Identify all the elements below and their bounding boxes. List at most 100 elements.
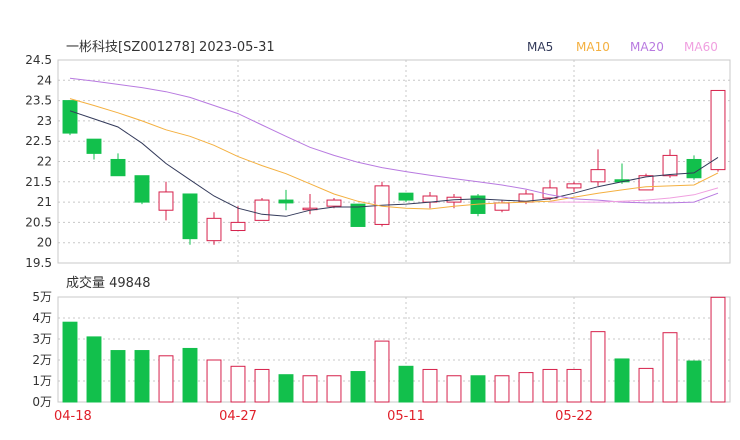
- volume-bar: [182, 347, 198, 403]
- volume-bar: [206, 359, 222, 403]
- volume-bar: [494, 375, 510, 403]
- volume-bar: [278, 374, 294, 403]
- price-tick-label: 20: [37, 236, 52, 250]
- volume-bar: [662, 332, 678, 403]
- candlestick: [134, 175, 150, 205]
- volume-bar: [230, 365, 246, 403]
- price-tick-label: 19.5: [25, 256, 52, 270]
- volume-bar: [158, 355, 174, 403]
- candlestick: [182, 193, 198, 245]
- candle-body: [278, 199, 294, 204]
- candlestick: [278, 189, 294, 211]
- date-tick-label: 04-27: [219, 409, 257, 424]
- volume-bar: [638, 367, 654, 403]
- volume-bar: [590, 331, 606, 403]
- candlestick: [110, 153, 126, 177]
- candle-body: [254, 199, 270, 221]
- volume-tick-label: 3万: [32, 332, 52, 346]
- date-tick-label: 04-18: [54, 409, 92, 424]
- volume-bar: [542, 368, 558, 403]
- volume-tick-label: 4万: [32, 311, 52, 325]
- candle-body: [62, 100, 78, 134]
- volume-bar: [374, 340, 390, 403]
- price-tick-label: 21.5: [25, 175, 52, 189]
- candle-layer: [62, 89, 726, 245]
- legend-ma5: MA5: [527, 40, 553, 54]
- candlestick: [62, 100, 78, 136]
- volume-bar: [470, 375, 486, 403]
- volume-bar: [422, 368, 438, 403]
- candlestick: [254, 198, 270, 221]
- volume-label: 成交量 49848: [66, 275, 151, 291]
- volume-tick-label: 0万: [32, 395, 52, 409]
- volume-bar: [446, 375, 462, 403]
- date-tick-label: 05-22: [555, 409, 593, 424]
- chart-title: 一彬科技[SZ001278] 2023-05-31: [66, 40, 275, 55]
- volume-bar: [134, 350, 150, 403]
- volume-bar: [86, 336, 102, 403]
- volume-bar: [254, 368, 270, 403]
- date-axis: 04-18 04-27 05-11 05-22: [54, 409, 593, 424]
- volume-bar-layer: [62, 296, 726, 403]
- candlestick: [686, 155, 702, 180]
- volume-bar: [398, 365, 414, 403]
- price-tick-label: 23.5: [25, 94, 52, 108]
- ma-line-ma20: [69, 77, 719, 204]
- price-tick-label: 23: [37, 114, 52, 128]
- candle-body: [398, 192, 414, 201]
- candlestick: [422, 191, 438, 209]
- candle-body: [86, 138, 102, 154]
- candle-body: [686, 158, 702, 179]
- candlestick: [374, 181, 390, 227]
- price-tick-label: 20.5: [25, 215, 52, 229]
- volume-bar: [350, 371, 366, 403]
- candle-body: [662, 154, 678, 177]
- price-axis: 24.5 24 23.5 23 22.5 22 21.5 21 20.5 20 19.5: [25, 53, 52, 270]
- candlestick: [470, 193, 486, 217]
- candle-body: [110, 158, 126, 177]
- candlestick: [710, 89, 726, 172]
- ma-line-ma60: [550, 187, 719, 203]
- candle-body: [542, 187, 558, 199]
- candle-body: [566, 183, 582, 189]
- candlestick: [494, 200, 510, 213]
- grid-layer: [57, 59, 731, 403]
- stock-chart: 一彬科技[SZ001278] 2023-05-31 MA5 MA10 MA20 …: [25, 40, 731, 424]
- candlestick: [662, 149, 678, 178]
- volume-bar: [614, 358, 630, 403]
- volume-bar: [686, 360, 702, 403]
- volume-axis: 5万 4万 3万 2万 1万 0万: [32, 290, 52, 409]
- candle-body: [494, 202, 510, 211]
- candle-body: [230, 221, 246, 232]
- candlestick: [158, 181, 174, 221]
- price-tick-label: 22: [37, 155, 52, 169]
- volume-tick-label: 5万: [32, 290, 52, 304]
- candle-body: [182, 193, 198, 240]
- price-tick-label: 24: [37, 73, 52, 87]
- date-tick-label: 05-11: [387, 409, 425, 424]
- candlestick: [398, 192, 414, 203]
- candlestick: [566, 181, 582, 192]
- price-tick-label: 22.5: [25, 134, 52, 148]
- volume-bar: [62, 321, 78, 403]
- price-tick-label: 24.5: [25, 53, 52, 67]
- price-tick-label: 21: [37, 195, 52, 209]
- volume-bar: [566, 368, 582, 403]
- candlestick: [206, 212, 222, 245]
- volume-tick-label: 1万: [32, 374, 52, 388]
- legend-ma60: MA60: [684, 40, 718, 54]
- candle-body: [158, 191, 174, 211]
- legend-ma20: MA20: [630, 40, 664, 54]
- candle-body: [134, 175, 150, 203]
- candle-body: [326, 199, 342, 207]
- volume-bar: [326, 375, 342, 403]
- volume-tick-label: 2万: [32, 353, 52, 367]
- legend-ma10: MA10: [576, 40, 610, 54]
- candle-body: [590, 169, 606, 183]
- candlestick: [86, 138, 102, 160]
- candle-body: [206, 217, 222, 242]
- volume-bar: [710, 296, 726, 403]
- candlestick: [542, 179, 558, 201]
- candlestick: [590, 149, 606, 186]
- volume-bar: [302, 375, 318, 403]
